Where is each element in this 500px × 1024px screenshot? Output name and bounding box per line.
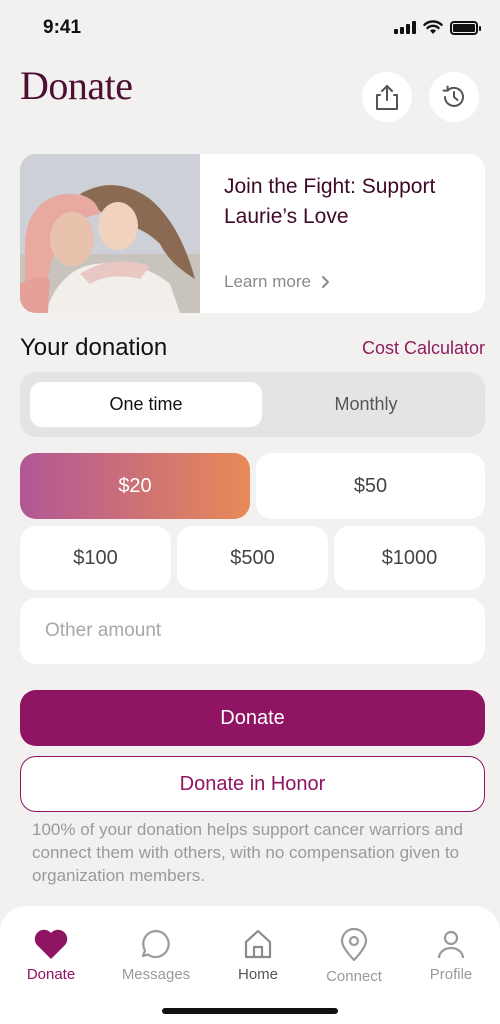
location-pin-icon: [340, 928, 368, 962]
amount-button-1000[interactable]: $1000: [334, 526, 485, 590]
heart-icon: [34, 929, 68, 959]
tab-label: Home: [237, 966, 278, 983]
wifi-icon: [423, 20, 443, 34]
tab-label: Profile: [429, 966, 473, 983]
tab-messages[interactable]: Messages: [106, 928, 206, 983]
status-bar: 9:41: [0, 0, 500, 60]
amount-button-500[interactable]: $500: [177, 526, 328, 590]
donation-disclaimer: 100% of your donation helps support canc…: [32, 820, 463, 885]
home-icon: [244, 929, 272, 959]
campaign-title: Join the Fight: Support Laurie’s Love: [224, 175, 436, 228]
share-button[interactable]: [362, 72, 412, 122]
signal-icon: [394, 21, 416, 34]
person-icon: [437, 930, 465, 959]
tab-connect[interactable]: Connect: [304, 928, 404, 985]
frequency-option-monthly[interactable]: Monthly: [250, 382, 482, 427]
battery-icon: [450, 20, 481, 35]
tab-donate[interactable]: Donate: [1, 928, 101, 983]
home-indicator: [162, 1008, 338, 1014]
status-icons: [394, 20, 481, 35]
tab-label: Connect: [326, 968, 382, 985]
chat-icon: [141, 929, 170, 959]
status-time: 9:41: [43, 17, 82, 38]
tab-label: Messages: [121, 966, 191, 983]
chevron-right-icon: [321, 276, 329, 288]
history-button[interactable]: [429, 72, 479, 122]
page-title: Donate: [20, 63, 133, 108]
amount-button-100[interactable]: $100: [20, 526, 171, 590]
frequency-option-one-time[interactable]: One time: [30, 382, 262, 427]
learn-more-link[interactable]: Learn more: [224, 272, 330, 292]
learn-more-label: Learn more: [224, 272, 311, 291]
donate-in-honor-button[interactable]: Donate in Honor: [20, 756, 485, 812]
campaign-photo: [20, 154, 200, 313]
section-title: Your donation: [20, 334, 168, 361]
amount-button-20[interactable]: $20: [20, 453, 250, 519]
tab-bar: Donate Messages Home Connect Profile: [0, 906, 500, 1024]
share-icon: [376, 85, 398, 110]
cost-calculator-link[interactable]: Cost Calculator: [362, 338, 485, 359]
history-icon: [442, 85, 464, 107]
other-amount-input[interactable]: [20, 598, 485, 664]
tab-home[interactable]: Home: [208, 928, 308, 983]
tab-label: Donate: [26, 966, 76, 983]
campaign-card[interactable]: Join the Fight: Support Laurie’s Love Le…: [20, 154, 485, 313]
amount-button-50[interactable]: $50: [256, 453, 485, 519]
tab-profile[interactable]: Profile: [401, 928, 500, 983]
campaign-text: Join the Fight: Support Laurie’s Love Le…: [200, 154, 485, 313]
donate-button[interactable]: Donate: [20, 690, 485, 746]
frequency-toggle: One time Monthly: [20, 372, 485, 437]
